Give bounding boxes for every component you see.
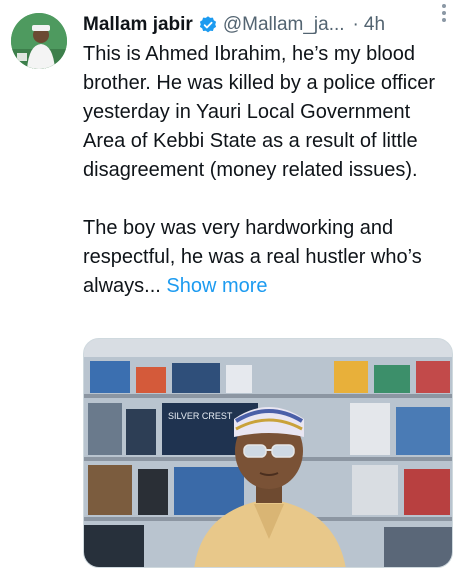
more-options-icon[interactable] [437,2,451,24]
tweet-paragraph: The boy was very hardworking and respect… [83,214,453,301]
product-box-text: SILVER CREST [168,411,233,421]
user-handle[interactable]: @Mallam_ja... [223,14,345,36]
tweet-timestamp[interactable]: 4h [364,14,385,36]
tweet-media-image[interactable]: SILVER CREST [83,338,453,568]
tweet-header: Mallam jabir @Mallam_ja... · 4h [83,12,453,38]
show-more-link[interactable]: Show more [166,275,267,297]
tweet[interactable]: Mallam jabir @Mallam_ja... · 4h This is … [0,0,461,568]
verified-badge-icon [198,15,218,35]
display-name[interactable]: Mallam jabir [83,14,193,36]
tweet-paragraph: This is Ahmed Ibrahim, he’s my blood bro… [83,43,436,181]
tweet-text: This is Ahmed Ibrahim, he’s my blood bro… [83,40,453,301]
avatar[interactable] [11,13,67,69]
separator-dot: · [352,14,359,35]
